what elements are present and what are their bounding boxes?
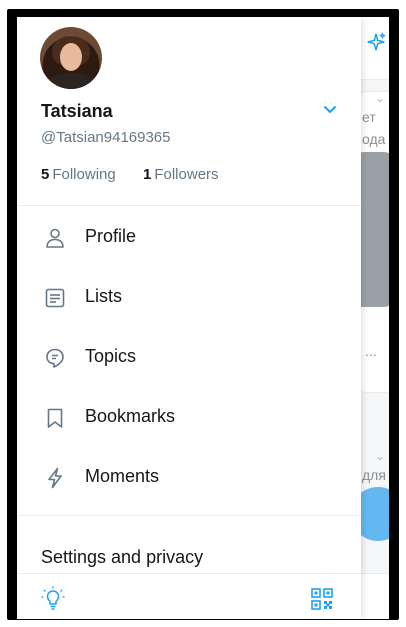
followers-count: 1 xyxy=(143,166,152,183)
menu-item-label: Topics xyxy=(85,346,137,366)
bookmark-icon xyxy=(47,408,63,428)
menu-item-label: Lists xyxy=(85,286,123,306)
menu-item-bookmarks[interactable]: Bookmarks xyxy=(17,393,361,443)
menu-item-label: Profile xyxy=(85,226,137,246)
divider xyxy=(17,515,361,516)
profile-name[interactable]: Tatsiana xyxy=(41,101,113,122)
menu-item-moments[interactable]: Moments xyxy=(17,453,361,503)
sparkle-icon[interactable] xyxy=(365,31,387,53)
menu-item-label: Moments xyxy=(85,466,160,486)
avatar-shoulder xyxy=(46,73,96,89)
list-icon xyxy=(45,288,65,308)
avatar-face xyxy=(60,43,82,71)
topics-icon xyxy=(46,348,64,368)
timeline-snippet: ет xyxy=(362,109,376,125)
lightbulb-icon[interactable] xyxy=(41,586,65,612)
menu-item-label: Bookmarks xyxy=(85,406,176,426)
divider xyxy=(17,205,361,206)
menu-item-topics[interactable]: Topics xyxy=(17,333,361,383)
profile-handle: @Tatsian94169365 xyxy=(41,129,171,146)
chevron-down-icon[interactable] xyxy=(321,103,339,117)
chevron-down-icon[interactable]: ⌄ xyxy=(375,449,385,463)
following-label: Following xyxy=(52,166,116,183)
menu-item-lists[interactable]: Lists xyxy=(17,273,361,323)
followers-label: Followers xyxy=(154,166,219,183)
settings-and-privacy[interactable]: Settings and privacy xyxy=(41,547,203,568)
lightning-icon xyxy=(48,467,62,489)
menu-item-profile[interactable]: Profile xyxy=(17,213,361,263)
screen: ⌄ ет ода ... ⌄ для I. Tatsiana @Tatsian9… xyxy=(17,17,389,619)
drawer-bottom-bar xyxy=(17,573,361,619)
following-link[interactable]: 5 Following xyxy=(41,166,116,183)
qr-code-icon[interactable] xyxy=(311,588,333,610)
followers-link[interactable]: 1 Followers xyxy=(143,166,219,183)
chevron-down-icon[interactable]: ⌄ xyxy=(375,91,385,105)
person-icon xyxy=(46,228,64,248)
navigation-drawer: Tatsiana @Tatsian94169365 5 Following 1 Fo… xyxy=(17,17,361,619)
avatar[interactable] xyxy=(40,27,102,89)
timeline-snippet: ода xyxy=(362,131,386,147)
timeline-snippet: для xyxy=(362,467,386,483)
timeline-snippet: ... xyxy=(365,343,377,359)
following-count: 5 xyxy=(41,166,50,183)
